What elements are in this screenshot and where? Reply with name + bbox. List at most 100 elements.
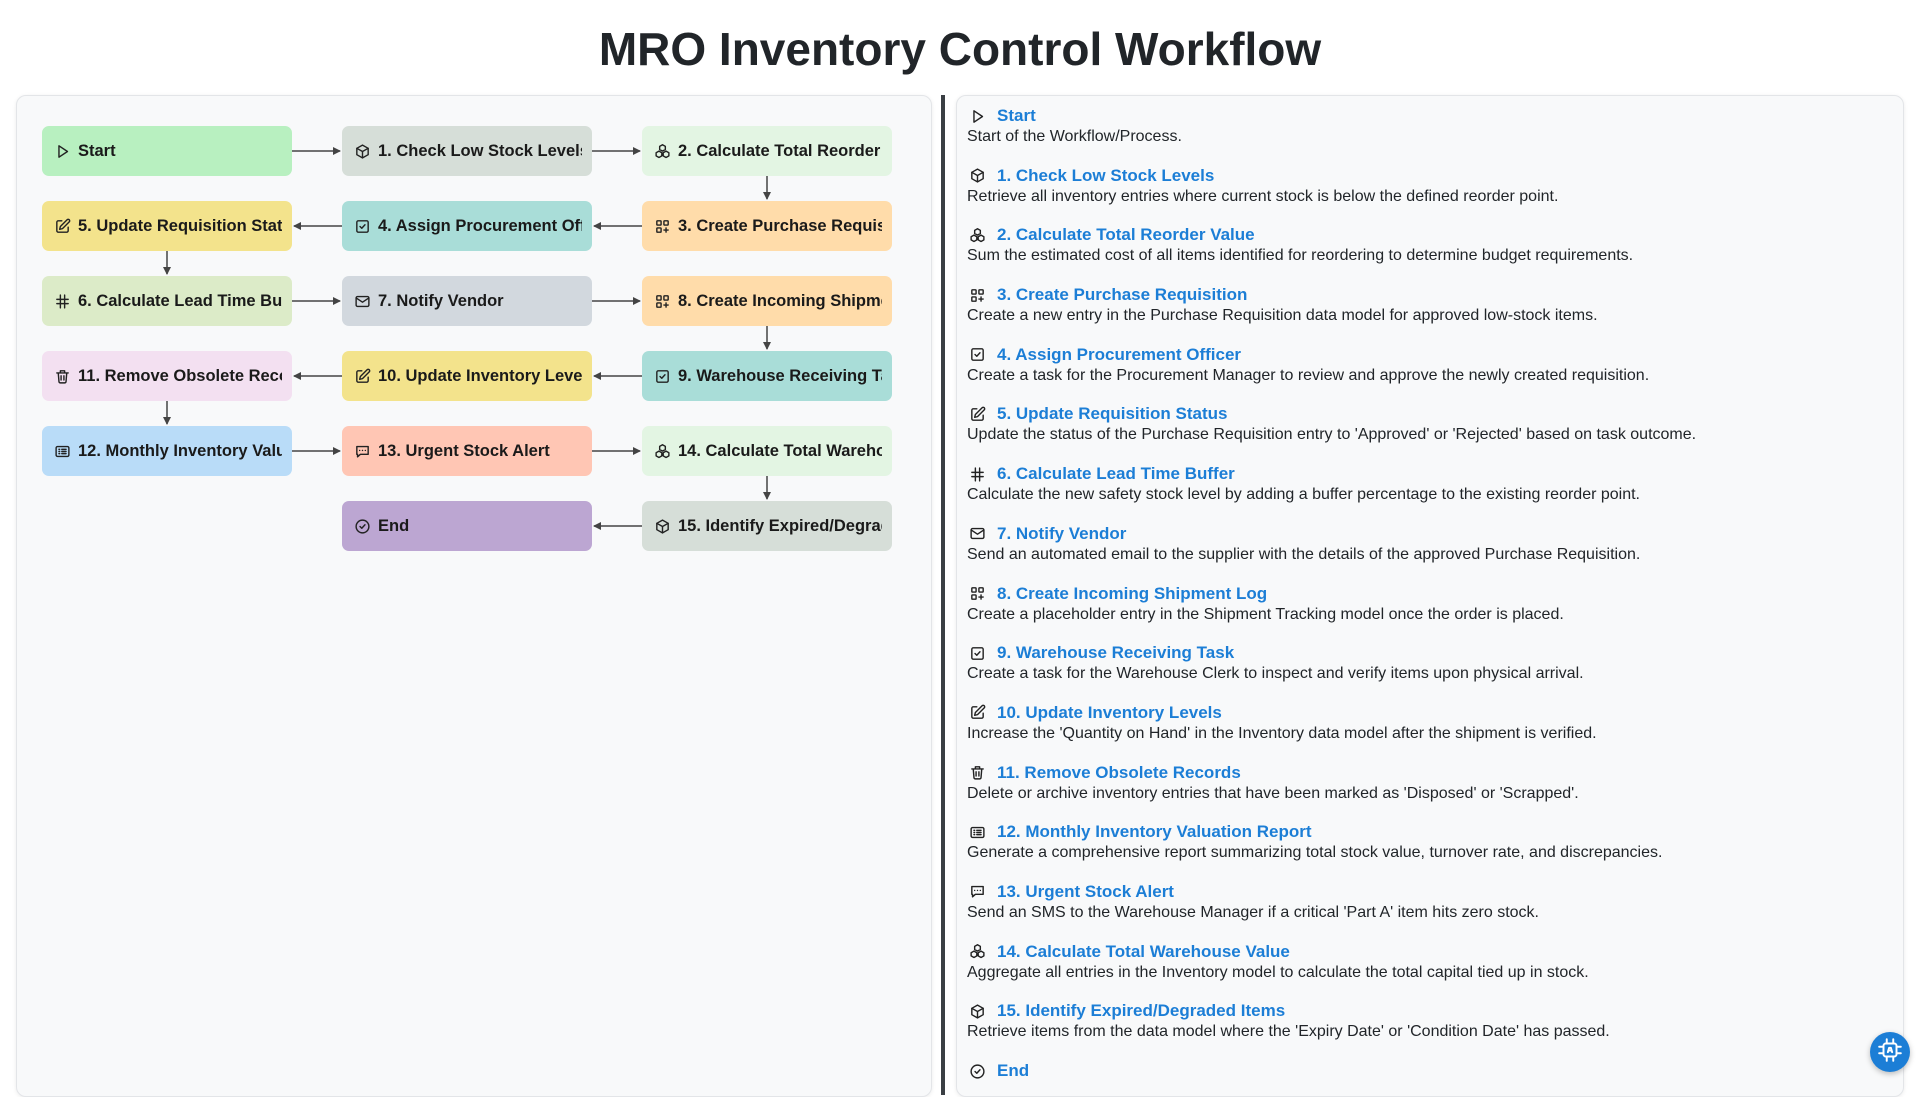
grid-plus-icon [967,584,987,604]
description-text: Create a task for the Procurement Manage… [967,366,1650,384]
panel-divider[interactable] [941,95,945,1095]
description-title-link[interactable]: 6. Calculate Lead Time Buffer [997,464,1235,484]
description-item: 13. Urgent Stock Alert Send an SMS to the… [967,882,1887,942]
description-text: Start of the Workflow/Process. [967,128,1182,145]
description-text: Calculate the new safety stock level by … [967,486,1640,504]
flow-node[interactable]: 2. Calculate Total Reorder Value [642,126,892,176]
flow-node[interactable]: 9. Warehouse Receiving Task [642,351,892,401]
description-title-link[interactable]: 12. Monthly Inventory Valuation Report [997,822,1312,842]
flow-node-label: 15. Identify Expired/Degraded Items [678,516,882,535]
description-item: 8. Create Incoming Shipment Log Create a … [967,584,1887,644]
flow-node[interactable]: 15. Identify Expired/Degraded Items [642,501,892,551]
description-item: Start Start of the Workflow/Process. [967,106,1887,166]
description-title-link[interactable]: 11. Remove Obsolete Records [997,763,1241,783]
description-text: Create a placeholder entry in the Shipme… [967,605,1564,623]
description-item: 6. Calculate Lead Time Buffer Calculate t… [967,464,1887,524]
flow-node[interactable]: 6. Calculate Lead Time Buffer [42,276,292,326]
edit-icon [967,404,987,424]
list-icon [967,822,987,842]
description-title-link[interactable]: 7. Notify Vendor [997,524,1126,544]
flow-node[interactable]: 4. Assign Procurement Officer [342,201,592,251]
flow-node-label: 3. Create Purchase Requisition [678,216,882,235]
hash-icon [52,291,72,311]
description-item: 4. Assign Procurement Officer Create a ta… [967,345,1887,405]
description-title-link[interactable]: Start [997,106,1036,126]
description-item: 14. Calculate Total Warehouse Value Aggre… [967,942,1887,1002]
description-title-link[interactable]: 14. Calculate Total Warehouse Value [997,942,1290,962]
flow-node-label: 14. Calculate Total Warehouse Value [678,441,882,460]
flow-node[interactable]: 13. Urgent Stock Alert [342,426,592,476]
description-item: 7. Notify Vendor Send an automated email … [967,524,1887,584]
edit-icon [352,366,372,386]
description-title-link[interactable]: 4. Assign Procurement Officer [997,345,1241,365]
cubes-icon [967,942,987,962]
flow-node[interactable]: 5. Update Requisition Status [42,201,292,251]
grid-plus-icon [652,216,672,236]
flow-node-label: 1. Check Low Stock Levels [378,141,582,160]
flow-node-label: 7. Notify Vendor [378,291,504,310]
assistant-button[interactable] [1870,1032,1910,1072]
description-item: 12. Monthly Inventory Valuation Report Ge… [967,822,1887,882]
cube-icon [652,516,672,536]
flow-node[interactable]: Start [42,126,292,176]
edit-icon [967,703,987,723]
description-item: 1. Check Low Stock Levels Retrieve all in… [967,166,1887,226]
description-title-link[interactable]: 13. Urgent Stock Alert [997,882,1174,902]
flow-node[interactable]: 3. Create Purchase Requisition [642,201,892,251]
description-title-link[interactable]: 3. Create Purchase Requisition [997,285,1247,305]
description-title-link[interactable]: 10. Update Inventory Levels [997,703,1222,723]
grid-plus-icon [967,285,987,305]
description-item: 9. Warehouse Receiving Task Create a task… [967,643,1887,703]
description-item: 15. Identify Expired/Degraded Items Retri… [967,1001,1887,1061]
description-item: 3. Create Purchase Requisition Create a n… [967,285,1887,345]
description-item: 5. Update Requisition Status Update the s… [967,404,1887,464]
description-item: 2. Calculate Total Reorder Value Sum the … [967,225,1887,285]
flow-node-label: 11. Remove Obsolete Records [78,366,282,385]
description-title-link[interactable]: 1. Check Low Stock Levels [997,166,1214,186]
hash-icon [967,464,987,484]
flow-node[interactable]: End [342,501,592,551]
edit-icon [52,216,72,236]
flow-node[interactable]: 14. Calculate Total Warehouse Value [642,426,892,476]
description-title-link[interactable]: 9. Warehouse Receiving Task [997,643,1234,663]
mail-icon [967,524,987,544]
flow-node[interactable]: 8. Create Incoming Shipment Log [642,276,892,326]
message-icon [967,882,987,902]
description-title-link[interactable]: End [997,1061,1029,1081]
description-list: Start Start of the Workflow/Process. 1. Ch… [967,106,1887,1096]
checkbox-icon [352,216,372,236]
flow-node[interactable]: 12. Monthly Inventory Valuation Report [42,426,292,476]
list-icon [52,441,72,461]
flow-node-label: 13. Urgent Stock Alert [378,441,550,460]
description-text: Retrieve items from the data model where… [967,1023,1610,1041]
flow-node[interactable]: 7. Notify Vendor [342,276,592,326]
description-item: End [967,1061,1887,1096]
grid-plus-icon [652,291,672,311]
flow-node[interactable]: 11. Remove Obsolete Records [42,351,292,401]
cube-icon [967,166,987,186]
flow-node-label: End [378,516,410,535]
description-text: Increase the 'Quantity on Hand' in the I… [967,724,1597,742]
flow-node[interactable]: 1. Check Low Stock Levels [342,126,592,176]
description-text: Delete or archive inventory entries that… [967,784,1579,802]
check-circle-icon [967,1061,987,1081]
cubes-icon [652,441,672,461]
description-title-link[interactable]: 2. Calculate Total Reorder Value [997,225,1255,245]
description-title-link[interactable]: 8. Create Incoming Shipment Log [997,584,1267,604]
flow-node-label: Start [78,141,116,160]
description-title-link[interactable]: 15. Identify Expired/Degraded Items [997,1001,1285,1021]
description-text: Sum the estimated cost of all items iden… [967,247,1634,265]
checkbox-icon [967,643,987,663]
message-icon [352,441,372,461]
check-circle-icon [352,516,372,536]
trash-icon [52,366,72,386]
flow-node-label: 4. Assign Procurement Officer [378,216,582,235]
flow-node[interactable]: 10. Update Inventory Levels [342,351,592,401]
description-title-link[interactable]: 5. Update Requisition Status [997,404,1227,424]
workflow-diagram-panel: Start 1. Check Low Stock Levels 2. Calcula… [16,95,932,1097]
cubes-icon [967,225,987,245]
flow-node-label: 8. Create Incoming Shipment Log [678,291,882,310]
flow-node-label: 2. Calculate Total Reorder Value [678,141,882,160]
flow-node-label: 5. Update Requisition Status [78,216,282,235]
description-text: Create a task for the Warehouse Clerk to… [967,665,1584,683]
